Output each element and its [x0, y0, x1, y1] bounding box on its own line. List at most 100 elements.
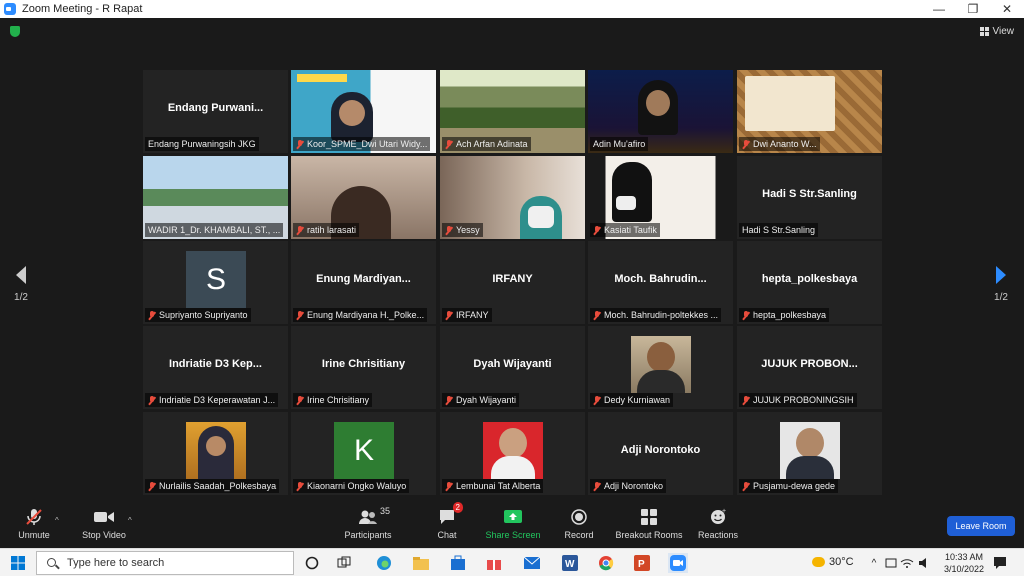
participant-tile[interactable]: Dedy Kurniawan	[588, 326, 733, 409]
participant-tile[interactable]: Pusjamu-dewa gede	[737, 412, 882, 495]
participant-nametag: Adji Norontoko	[590, 479, 667, 493]
grid-icon	[979, 27, 989, 36]
participant-tile[interactable]: S Supriyanto Supriyanto	[143, 241, 288, 324]
breakout-rooms-button[interactable]: Breakout Rooms	[614, 508, 684, 540]
participant-name: Pusjamu-dewa gede	[753, 481, 836, 491]
task-view-icon[interactable]	[334, 553, 354, 573]
avatar	[186, 422, 246, 479]
mail-icon[interactable]	[522, 553, 542, 573]
volume-icon[interactable]	[917, 553, 931, 573]
participant-tile[interactable]: Dyah Wijayanti Dyah Wijayanti	[440, 326, 585, 409]
mic-muted-icon	[148, 310, 156, 320]
participant-name: Ach Arfan Adinata	[456, 139, 528, 149]
record-label: Record	[564, 530, 594, 540]
wifi-icon[interactable]	[900, 553, 914, 573]
participant-tile[interactable]: Dwi Ananto W...	[737, 70, 882, 153]
participant-nametag: Indriatie D3 Keperawatan J...	[145, 393, 279, 407]
participant-nametag: Pusjamu-dewa gede	[739, 479, 839, 493]
mic-muted-icon	[445, 481, 453, 491]
participant-name: JUJUK PROBONINGSIH	[753, 395, 854, 405]
participant-nametag: Yessy	[442, 223, 483, 237]
mic-muted-icon	[148, 481, 156, 491]
participant-tile[interactable]: WADIR 1_Dr. KHAMBALI, ST., ...	[143, 156, 288, 239]
participant-name: Dyah Wijayanti	[456, 395, 517, 405]
record-button[interactable]: Record	[562, 508, 596, 540]
participant-tile[interactable]: Indriatie D3 Kep... Indriatie D3 Keperaw…	[143, 326, 288, 409]
prev-page-button[interactable]: 1/2	[10, 266, 32, 303]
taskbar-search-box[interactable]: Type here to search	[36, 551, 294, 575]
participant-display-name: Hadi S Str.Sanling	[762, 188, 857, 200]
chat-icon: 2	[438, 502, 463, 526]
participant-tile[interactable]: hepta_polkesbaya hepta_polkesbaya	[737, 241, 882, 324]
leave-room-button[interactable]: Leave Room	[947, 516, 1015, 536]
participant-tile[interactable]: Koor_SPME_Dwi Utari Widy...	[291, 70, 436, 153]
participant-display-name: Indriatie D3 Kep...	[169, 358, 262, 370]
reactions-button[interactable]: + Reactions	[696, 508, 740, 540]
notifications-icon[interactable]	[990, 553, 1010, 573]
powerpoint-icon[interactable]: P	[632, 553, 652, 573]
participant-display-name: hepta_polkesbaya	[761, 273, 858, 285]
participant-tile[interactable]: Nurlailis Saadah_Polkesbaya	[143, 412, 288, 495]
chevron-up-icon[interactable]: ^	[868, 553, 880, 573]
cortana-icon[interactable]	[302, 553, 322, 573]
participant-tile[interactable]: Enung Mardiyan... Enung Mardiyana H._Pol…	[291, 241, 436, 324]
breakout-rooms-icon	[614, 508, 684, 526]
participants-count: 35	[380, 506, 391, 516]
windows-start-icon[interactable]	[8, 553, 28, 573]
zoom-taskbar-icon[interactable]	[668, 553, 688, 573]
participant-display-name: Adji Norontoko	[620, 444, 701, 456]
participant-tile[interactable]: Moch. Bahrudin... Moch. Bahrudin-poltekk…	[588, 241, 733, 324]
view-button[interactable]: View	[979, 26, 1014, 37]
participant-nametag: JUJUK PROBONINGSIH	[739, 393, 857, 407]
mic-muted-icon	[445, 395, 453, 405]
video-options-chevron-icon[interactable]: ^	[128, 516, 132, 525]
file-explorer-icon[interactable]	[411, 553, 431, 573]
word-icon[interactable]: W	[560, 553, 580, 573]
minimize-button[interactable]: —	[922, 0, 956, 18]
participant-tile[interactable]: IRFANY IRFANY	[440, 241, 585, 324]
taskbar-clock[interactable]: 10:33 AM 3/10/2022	[944, 551, 984, 575]
edge-browser-icon[interactable]	[374, 553, 394, 573]
security-shield-icon[interactable]	[10, 26, 20, 37]
participant-tile[interactable]: JUJUK PROBON... JUJUK PROBONINGSIH	[737, 326, 882, 409]
participant-tile[interactable]: Kasiati Taufik	[588, 156, 733, 239]
chrome-icon[interactable]	[596, 553, 616, 573]
participant-tile[interactable]: Hadi S Str.Sanling Hadi S Str.Sanling	[737, 156, 882, 239]
participants-button[interactable]: 35 Participants	[340, 506, 396, 540]
participant-nametag: Nurlailis Saadah_Polkesbaya	[145, 479, 280, 493]
close-button[interactable]: ✕	[990, 0, 1024, 18]
participant-nametag: Kiaonarni Ongko Waluyo	[293, 479, 410, 493]
chat-button[interactable]: 2 Chat	[430, 502, 464, 540]
gift-app-icon[interactable]	[484, 553, 504, 573]
participant-tile-active-speaker[interactable]: Adin Mu'afiro	[588, 70, 733, 153]
audio-options-chevron-icon[interactable]: ^	[55, 516, 59, 525]
network-icon[interactable]	[884, 553, 898, 573]
breakout-rooms-label: Breakout Rooms	[615, 530, 683, 540]
store-icon[interactable]	[448, 553, 468, 573]
svg-text:W: W	[565, 559, 575, 570]
participant-name: ratih larasati	[307, 225, 357, 235]
participant-tile[interactable]: Lembunai Tat Alberta	[440, 412, 585, 495]
next-page-button[interactable]: 1/2	[990, 266, 1012, 303]
participant-tile[interactable]: Adji Norontoko Adji Norontoko	[588, 412, 733, 495]
participant-tile[interactable]: Ach Arfan Adinata	[440, 70, 585, 153]
avatar	[780, 422, 840, 479]
mic-muted-icon	[742, 395, 750, 405]
participant-tile[interactable]: ratih larasati	[291, 156, 436, 239]
weather-widget[interactable]: 30°C	[812, 556, 854, 568]
share-screen-button[interactable]: Share Screen	[484, 508, 542, 540]
unmute-button[interactable]: Unmute	[14, 508, 54, 540]
participant-tile[interactable]: K Kiaonarni Ongko Waluyo	[291, 412, 436, 495]
participant-nametag: Supriyanto Supriyanto	[145, 308, 251, 322]
restore-button[interactable]: ❐	[956, 0, 990, 18]
search-icon	[47, 558, 56, 567]
smiley-icon: +	[696, 508, 740, 526]
participant-tile[interactable]: Yessy	[440, 156, 585, 239]
avatar: S	[186, 251, 246, 308]
stop-video-button[interactable]: Stop Video	[78, 508, 130, 540]
participant-tile[interactable]: Endang Purwani... Endang Purwaningsih JK…	[143, 70, 288, 153]
video-camera-icon	[78, 508, 130, 526]
participant-tile[interactable]: Irine Chrisitiany Irine Chrisitiany	[291, 326, 436, 409]
reactions-label: Reactions	[697, 530, 739, 540]
mic-muted-icon	[593, 310, 601, 320]
